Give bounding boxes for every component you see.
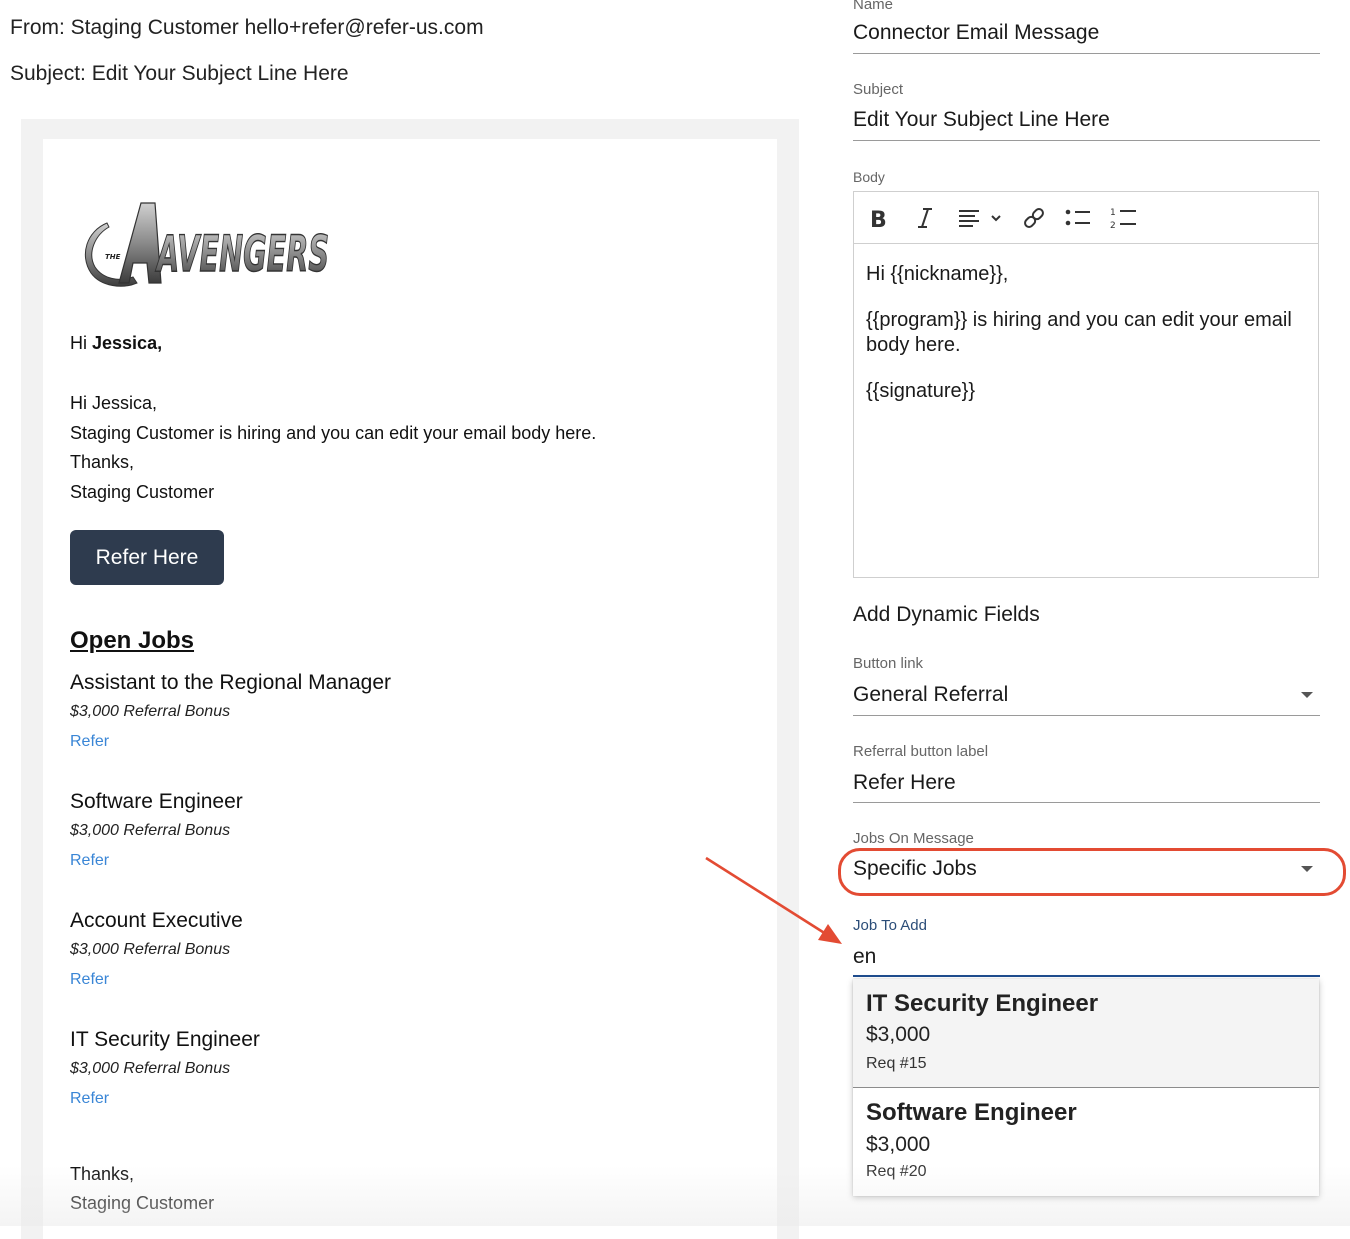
- svg-text:2: 2: [1110, 221, 1116, 230]
- body-line: Staging Customer: [70, 481, 215, 502]
- job-title: Assistant to the Regional Manager: [70, 671, 392, 694]
- job-listing: Account Executive $3,000 Referral Bonus …: [70, 909, 670, 989]
- annotation-highlight-circle: [838, 848, 1346, 896]
- italic-icon[interactable]: [912, 204, 938, 232]
- svg-text:B: B: [870, 208, 887, 230]
- job-to-add-label: Job To Add: [853, 917, 927, 934]
- subject-line: Subject: Edit Your Subject Line Here: [10, 62, 349, 85]
- body-label: Body: [853, 169, 885, 185]
- body-line: Hi Jessica,: [70, 393, 158, 413]
- job-bonus: $3,000 Referral Bonus: [70, 1060, 231, 1077]
- option-title: Software Engineer: [866, 1099, 1077, 1126]
- editor-paragraph: Hi {{nickname}},: [866, 263, 1009, 285]
- greeting-prefix: Hi: [70, 333, 87, 353]
- open-jobs-heading: Open Jobs: [70, 627, 195, 654]
- jobs-on-message-label: Jobs On Message: [853, 830, 974, 847]
- editor-toolbar: B 12: [854, 192, 1318, 244]
- align-icon[interactable]: [956, 204, 1006, 232]
- job-bonus: $3,000 Referral Bonus: [70, 822, 231, 839]
- logo-small-text: THE: [105, 253, 121, 261]
- job-to-add-underline: [853, 975, 1320, 977]
- svg-text:1: 1: [1110, 208, 1116, 218]
- button-link-underline: [853, 715, 1320, 716]
- dropdown-arrow-icon: [1301, 692, 1313, 698]
- job-title: IT Security Engineer: [70, 1028, 260, 1051]
- job-listing: IT Security Engineer $3,000 Referral Bon…: [70, 1028, 670, 1108]
- referral-label-underline: [853, 802, 1320, 803]
- name-field-underline: [853, 53, 1320, 54]
- dynamic-fields-title: Add Dynamic Fields: [853, 603, 1040, 626]
- name-field[interactable]: Connector Email Message: [853, 21, 1099, 45]
- greeting-name: Jessica,: [92, 333, 163, 353]
- job-listing: Software Engineer $3,000 Referral Bonus …: [70, 790, 670, 870]
- from-line: From: Staging Customer hello+refer@refer…: [10, 16, 484, 39]
- bold-icon[interactable]: B: [866, 204, 892, 232]
- option-amount: $3,000: [866, 1133, 931, 1156]
- logo-text: AVENGERS: [155, 225, 329, 283]
- link-icon[interactable]: [1020, 204, 1048, 232]
- bullet-list-icon[interactable]: [1064, 204, 1092, 232]
- subject-label: Subject: [853, 81, 904, 98]
- body-editor[interactable]: B 12 Hi {{nickname}}, {{program}} is hir…: [853, 191, 1319, 578]
- option-amount: $3,000: [866, 1023, 931, 1046]
- body-line: Thanks,: [70, 452, 135, 472]
- refer-here-button[interactable]: Refer Here: [70, 530, 224, 585]
- job-bonus: $3,000 Referral Bonus: [70, 941, 231, 958]
- job-refer-link[interactable]: Refer: [70, 852, 109, 870]
- job-refer-link[interactable]: Refer: [70, 733, 109, 751]
- job-title: Software Engineer: [70, 790, 243, 813]
- numbered-list-icon[interactable]: 12: [1108, 204, 1138, 232]
- editor-content[interactable]: Hi {{nickname}}, {{program}} is hiring a…: [866, 262, 1296, 425]
- email-body: Hi Jessica, Staging Customer is hiring a…: [70, 389, 596, 507]
- job-refer-link[interactable]: Refer: [70, 1090, 109, 1108]
- editor-paragraph: {{signature}}: [866, 380, 975, 402]
- option-title: IT Security Engineer: [866, 990, 1099, 1017]
- option-req: Req #15: [866, 1055, 927, 1072]
- job-to-add-input[interactable]: en: [853, 945, 876, 969]
- job-option[interactable]: Software Engineer $3,000 Req #20: [853, 1088, 1319, 1196]
- button-link-label: Button link: [853, 655, 924, 672]
- email-signoff: Thanks, Staging Customer: [70, 1160, 214, 1218]
- annotation-arrow-icon: [705, 856, 842, 944]
- option-req: Req #20: [866, 1163, 927, 1180]
- job-refer-link[interactable]: Refer: [70, 971, 109, 989]
- job-option[interactable]: IT Security Engineer $3,000 Req #15: [853, 979, 1319, 1088]
- editor-paragraph: {{program}} is hiring and you can edit y…: [866, 309, 1292, 356]
- name-label: Name: [853, 0, 894, 13]
- job-bonus: $3,000 Referral Bonus: [70, 703, 231, 720]
- signoff-line: Staging Customer: [70, 1193, 215, 1213]
- referral-label-label: Referral button label: [853, 743, 989, 760]
- signoff-line: Thanks,: [70, 1164, 135, 1184]
- button-link-select[interactable]: General Referral: [853, 678, 1320, 715]
- job-suggestions-dropdown: IT Security Engineer $3,000 Req #15 Soft…: [853, 979, 1319, 1196]
- job-title: Account Executive: [70, 909, 243, 932]
- body-line: Staging Customer is hiring and you can e…: [70, 422, 597, 443]
- button-link-value: General Referral: [853, 683, 1009, 706]
- job-listing: Assistant to the Regional Manager $3,000…: [70, 671, 670, 751]
- avengers-logo: THE AVENGERS: [84, 202, 330, 287]
- greeting: Hi Jessica,: [70, 333, 162, 354]
- referral-label-field[interactable]: Refer Here: [853, 771, 956, 795]
- subject-field[interactable]: Edit Your Subject Line Here: [853, 108, 1110, 132]
- subject-field-underline: [853, 140, 1320, 141]
